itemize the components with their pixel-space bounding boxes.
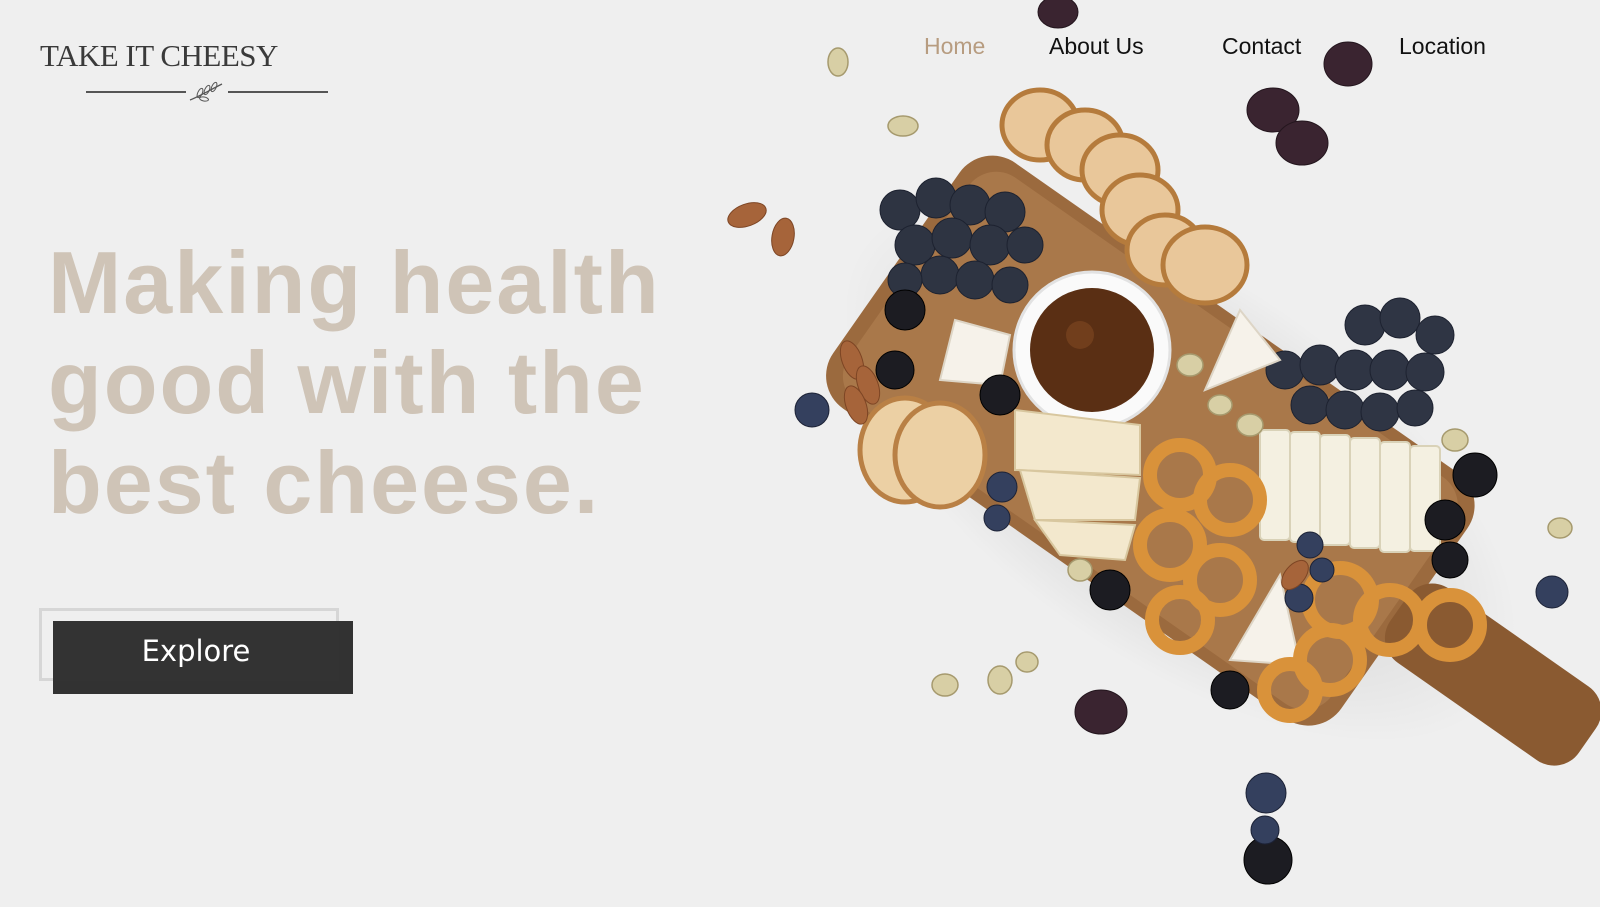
logo-divider-right (228, 91, 328, 93)
logo-divider-left (86, 91, 186, 93)
headline-line-3: best cheese. (48, 433, 601, 532)
leaf-sprig-icon (189, 81, 223, 102)
hero-headline: Making health good with the best cheese. (48, 233, 661, 533)
explore-button[interactable]: Explore (53, 621, 339, 681)
headline-line-1: Making health (48, 233, 661, 332)
charcuterie-board-image (727, 0, 1600, 885)
headline-line-2: good with the (48, 333, 646, 432)
